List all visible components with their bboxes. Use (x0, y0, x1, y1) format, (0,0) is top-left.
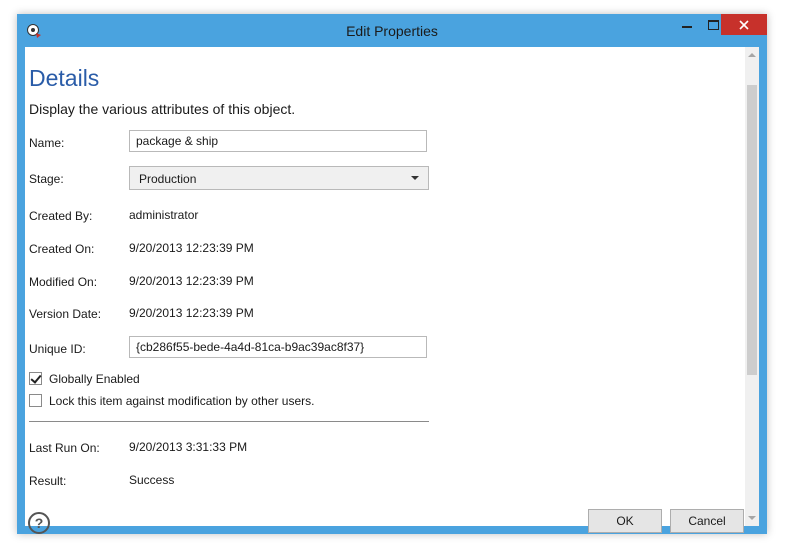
stage-label: Stage: (29, 172, 64, 186)
cancel-button[interactable]: Cancel (670, 509, 744, 533)
modified-on-value: 9/20/2013 12:23:39 PM (129, 274, 254, 288)
titlebar[interactable]: Edit Properties (17, 14, 767, 47)
dialog-content: Details Display the various attributes o… (25, 47, 759, 534)
last-run-value: 9/20/2013 3:31:33 PM (129, 440, 248, 454)
last-run-label: Last Run On: (29, 441, 100, 455)
page-title: Details (29, 65, 100, 91)
stage-selected-value: Production (139, 172, 197, 186)
unique-id-label: Unique ID: (29, 342, 86, 356)
created-on-label: Created On: (29, 242, 95, 256)
ok-button[interactable]: OK (588, 509, 662, 533)
version-date-value: 9/20/2013 12:23:39 PM (129, 306, 254, 320)
vertical-scrollbar[interactable] (745, 47, 759, 526)
chevron-down-icon (411, 176, 419, 180)
page-subtitle: Display the various attributes of this o… (29, 101, 296, 117)
minimize-icon (681, 25, 692, 28)
result-label: Result: (29, 474, 67, 488)
modified-on-label: Modified On: (29, 275, 98, 289)
close-button[interactable] (721, 14, 767, 35)
result-value: Success (129, 473, 175, 487)
scroll-up-icon[interactable] (748, 53, 756, 57)
globally-enabled-label[interactable]: Globally Enabled (49, 372, 140, 386)
globally-enabled-checkbox[interactable] (29, 372, 42, 385)
window-title: Edit Properties (346, 23, 438, 39)
minimize-button[interactable] (673, 14, 700, 35)
scroll-thumb[interactable] (747, 85, 757, 375)
edit-properties-window: Edit Properties Details Display the vari… (17, 14, 767, 534)
version-date-label: Version Date: (29, 307, 102, 321)
lock-item-checkbox[interactable] (29, 394, 42, 407)
created-by-value: administrator (129, 208, 199, 222)
name-field[interactable] (129, 130, 427, 152)
section-divider (29, 421, 429, 422)
created-by-label: Created By: (29, 209, 93, 223)
stage-select[interactable]: Production (129, 166, 429, 190)
maximize-icon (708, 19, 719, 30)
scroll-down-icon[interactable] (748, 516, 756, 520)
lock-item-label[interactable]: Lock this item against modification by o… (49, 394, 314, 408)
name-label: Name: (29, 136, 65, 150)
created-on-value: 9/20/2013 12:23:39 PM (129, 241, 254, 255)
unique-id-field[interactable] (129, 336, 427, 358)
help-icon[interactable]: ? (28, 512, 50, 534)
close-icon (739, 19, 749, 30)
